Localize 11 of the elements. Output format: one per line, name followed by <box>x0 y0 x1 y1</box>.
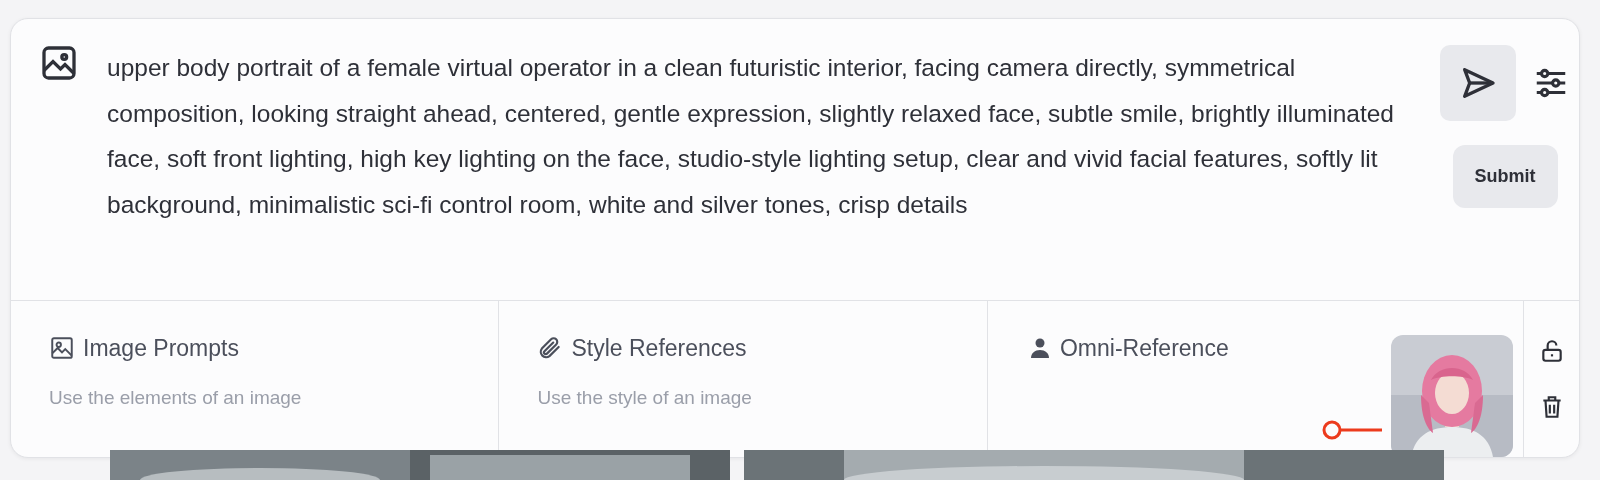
prompt-text[interactable]: upper body portrait of a female virtual operator in a clean futuristic interior, facing camera directly, symmetrical composition, looking straight ahead, centered, gentle expression, slightly relaxed face, subtle smile, brightly illuminated face, soft front lighting, high key lighting on the face, studio-style lighting setup, clear and vivid facial features, softly lit background, minimalistic sci-fi control room, white and silver tones, crisp details <box>107 45 1427 300</box>
image-icon <box>41 45 77 81</box>
submit-button[interactable]: Submit <box>1452 145 1558 208</box>
pointer-marker <box>1321 419 1383 441</box>
reference-description: Use the style of an image <box>537 385 753 410</box>
reference-title[interactable]: Omni-Reference <box>1059 331 1229 366</box>
image-icon <box>49 335 75 362</box>
reference-description: Use the elements of an image <box>49 385 303 410</box>
reference-title[interactable]: Style References <box>571 331 747 366</box>
reference-title[interactable]: Image Prompts <box>83 331 239 366</box>
send-button[interactable] <box>1440 45 1516 121</box>
